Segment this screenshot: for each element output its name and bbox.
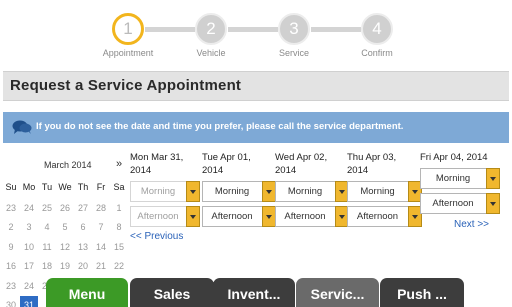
nav-service-button[interactable]: Servic... [296,278,379,307]
day-header-thu: Thu Apr 03, 2014 [347,152,397,176]
calendar-weekday-header: Sa [113,182,125,192]
step-3-label: Service [278,48,309,58]
previous-link[interactable]: << Previous [130,231,183,242]
calendar-day[interactable]: 22 [110,257,128,275]
calendar-next-month-button[interactable]: » [116,158,122,170]
afternoon-select-wed[interactable]: Afternoon [275,206,349,227]
afternoon-select-tue[interactable]: Afternoon [202,206,276,227]
day-header-wed: Wed Apr 02, 2014 [275,152,328,176]
morning-select-fri[interactable]: Morning [420,168,500,189]
afternoon-select-thu[interactable]: Afternoon [347,206,422,227]
step-connector [228,27,278,32]
calendar-weekday-header: We [58,182,72,192]
bottom-nav-bar: Menu Sales Invent... Servic... Push ... [46,278,466,307]
step-1-circle: 1 [112,13,144,45]
calendar-day[interactable]: 19 [56,257,74,275]
calendar-day[interactable]: 28 [92,199,110,217]
calendar-weekday-header: Mo [22,182,36,192]
calendar-day[interactable]: 21 [92,257,110,275]
chevron-down-icon [486,193,500,214]
morning-select-thu[interactable]: Morning [347,181,422,202]
morning-select-mon: Morning [130,181,200,202]
calendar-day[interactable]: 30 [2,296,20,307]
nav-inventory-button[interactable]: Invent... [213,278,295,307]
calendar-weekday-header: Tu [41,182,53,192]
calendar-day[interactable]: 11 [38,238,56,256]
day-header-mon: Mon Mar 31, 2014 [130,152,184,176]
calendar-day[interactable]: 27 [74,199,92,217]
chevron-down-icon [186,181,200,202]
nav-sales-button[interactable]: Sales [130,278,214,307]
chevron-down-icon [186,206,200,227]
day-header-fri: Fri Apr 04, 2014 [420,152,488,163]
page-title-bar: Request a Service Appointment [3,71,509,101]
page-title: Request a Service Appointment [10,77,242,94]
calendar-day[interactable]: 13 [74,238,92,256]
step-connector [311,27,361,32]
calendar-day[interactable]: 3 [20,218,38,236]
chevron-down-icon [486,168,500,189]
calendar-day[interactable]: 4 [38,218,56,236]
morning-select-wed[interactable]: Morning [275,181,349,202]
chevron-down-icon [262,181,276,202]
info-banner: If you do not see the date and time you … [3,112,509,143]
info-banner-text: If you do not see the date and time you … [36,121,404,132]
calendar-day[interactable]: 6 [74,218,92,236]
calendar-day[interactable]: 9 [2,238,20,256]
afternoon-select-fri[interactable]: Afternoon [420,193,500,214]
calendar-day[interactable]: 1 [110,199,128,217]
calendar-weekday-header: Th [77,182,89,192]
calendar-day[interactable]: 16 [2,257,20,275]
progress-stepper: 1 2 3 4 Appointment Vehicle Service Conf… [0,0,512,64]
calendar-day[interactable]: 31 [20,296,38,307]
step-4-label: Confirm [361,48,393,58]
calendar-day[interactable]: 24 [20,277,38,295]
nav-menu-button[interactable]: Menu [46,278,128,307]
step-4-circle: 4 [361,13,393,45]
calendar-day[interactable]: 10 [20,238,38,256]
chevron-down-icon [262,206,276,227]
calendar-day[interactable]: 23 [2,277,20,295]
calendar-weekday-header: Su [5,182,17,192]
calendar-day[interactable]: 5 [56,218,74,236]
calendar-month-label: March 2014 [44,160,92,170]
nav-push-button[interactable]: Push ... [380,278,464,307]
calendar-day[interactable]: 12 [56,238,74,256]
calendar-day[interactable]: 2 [2,218,20,236]
next-link[interactable]: Next >> [454,219,489,230]
calendar-day[interactable]: 17 [20,257,38,275]
calendar-day[interactable]: 14 [92,238,110,256]
morning-select-tue[interactable]: Morning [202,181,276,202]
step-2-circle: 2 [195,13,227,45]
afternoon-select-mon: Afternoon [130,206,200,227]
step-1-label: Appointment [102,48,154,58]
calendar-day[interactable]: 23 [2,199,20,217]
calendar-day[interactable]: 15 [110,238,128,256]
calendar-day[interactable]: 8 [110,218,128,236]
calendar-day[interactable]: 7 [92,218,110,236]
calendar-day[interactable]: 18 [38,257,56,275]
calendar-day[interactable]: 26 [56,199,74,217]
step-connector [145,27,195,32]
day-header-tue: Tue Apr 01, 2014 [202,152,251,176]
step-3-circle: 3 [278,13,310,45]
calendar-weekday-header: Fr [96,182,106,192]
step-2-label: Vehicle [196,48,226,58]
calendar-day[interactable]: 25 [38,199,56,217]
chat-bubbles-icon [12,120,32,134]
calendar-day[interactable]: 20 [74,257,92,275]
calendar-day[interactable]: 24 [20,199,38,217]
